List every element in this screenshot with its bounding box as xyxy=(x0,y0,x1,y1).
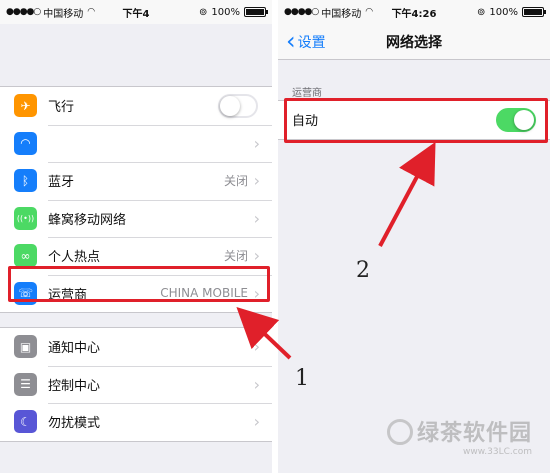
settings-row-value: CHINA MOBILE xyxy=(160,286,248,301)
step-marker-1: 1 xyxy=(295,366,309,391)
settings-row-value: 关闭 xyxy=(223,249,248,264)
battery-icon xyxy=(244,7,268,17)
section-header-carrier: 运营商 xyxy=(292,88,322,99)
moon-icon: ☾ xyxy=(14,410,37,433)
rotation-lock-icon: ⊚ xyxy=(477,6,486,18)
settings-row[interactable]: ∞ 个人热点 关闭 › xyxy=(0,237,272,275)
auto-select-group: 自动 xyxy=(278,100,550,140)
notification-center-icon: ▣ xyxy=(14,335,37,358)
wifi-status-icon: ◠ xyxy=(87,7,96,17)
settings-row[interactable]: ((•)) 蜂窝移动网络 › xyxy=(0,199,272,238)
signal-strength-icon: ●●●●○ xyxy=(6,7,41,17)
settings-row-label: 飞行 xyxy=(48,100,75,116)
status-bar: ●●●●○ 中国移动 ◠ 下午4:26 ⊚ 100% xyxy=(278,0,550,24)
settings-row-label: 勿扰模式 xyxy=(48,416,101,432)
battery-percent: 100% xyxy=(489,6,518,18)
settings-row[interactable]: ▣ 通知中心 › xyxy=(0,328,272,366)
chevron-right-icon: › xyxy=(253,283,260,303)
back-button[interactable]: ‹ 设置 xyxy=(286,24,326,60)
carrier-name: 中国移动 xyxy=(43,8,84,20)
settings-row[interactable]: ᛒ 蓝牙 关闭 › xyxy=(0,162,272,200)
settings-row[interactable]: ☰ 控制中心 › xyxy=(0,365,272,404)
auto-select-row[interactable]: 自动 xyxy=(278,101,550,139)
auto-select-toggle[interactable] xyxy=(496,107,536,132)
toggle-knob xyxy=(514,109,534,130)
toggle-knob xyxy=(220,95,240,116)
network-selection-screen: ●●●●○ 中国移动 ◠ 下午4:26 ⊚ 100% ‹ 设置 网络选择 运营商… xyxy=(278,0,550,473)
settings-row-label: 个人热点 xyxy=(48,250,101,266)
back-label: 设置 xyxy=(297,35,326,51)
carrier-phone-icon: ☏ xyxy=(14,281,37,305)
settings-row-label: 蓝牙 xyxy=(48,175,75,191)
settings-row-label: 通知中心 xyxy=(48,341,101,357)
chevron-right-icon: › xyxy=(253,208,260,228)
carrier-name: 中国移动 xyxy=(321,8,362,20)
settings-row[interactable]: ◠ › xyxy=(0,124,272,163)
airplane-mode-toggle[interactable] xyxy=(218,93,258,118)
battery-icon xyxy=(522,7,546,17)
control-center-icon: ☰ xyxy=(14,372,37,396)
watermark-url: www.33LC.com xyxy=(463,447,532,457)
wifi-icon: ◠ xyxy=(14,131,37,155)
watermark-logo-icon xyxy=(386,419,413,445)
settings-row-value: 关闭 xyxy=(223,174,248,189)
chevron-right-icon: › xyxy=(253,246,260,266)
settings-row[interactable]: ☾ 勿扰模式 › xyxy=(0,403,272,441)
navigation-bar: ‹ 设置 网络选择 xyxy=(278,24,550,60)
connectivity-group: ✈ 飞行 ◠ › ᛒ 蓝牙 关闭 › ((•)) 蜂窝移动网络 › ∞ 个人热点 关闭 › ☏ 运营商 CHINA… xyxy=(0,86,272,313)
system-group: ▣ 通知中心 › ☰ 控制中心 › ☾ 勿扰模式 › xyxy=(0,327,272,442)
hotspot-icon: ∞ xyxy=(14,244,37,267)
settings-row-label: 控制中心 xyxy=(48,378,101,394)
cellular-icon: ((•)) xyxy=(14,206,37,230)
chevron-right-icon: › xyxy=(253,374,260,394)
signal-strength-icon: ●●●●○ xyxy=(284,7,319,17)
auto-select-label: 自动 xyxy=(292,114,319,130)
wifi-status-icon: ◠ xyxy=(365,7,374,17)
rotation-lock-icon: ⊚ xyxy=(199,6,208,18)
settings-row-label: 运营商 xyxy=(48,287,88,303)
chevron-right-icon: › xyxy=(253,337,260,357)
watermark: 绿茶软件园 www.33LC.com xyxy=(386,415,532,457)
step-marker-2: 2 xyxy=(356,258,370,283)
chevron-left-icon: ‹ xyxy=(286,26,296,55)
settings-row[interactable]: ✈ 飞行 xyxy=(0,87,272,125)
chevron-right-icon: › xyxy=(253,412,260,432)
chevron-right-icon: › xyxy=(253,171,260,191)
chevron-right-icon: › xyxy=(253,133,260,153)
bluetooth-icon: ᛒ xyxy=(14,169,37,192)
settings-screen: ●●●●○ 中国移动 ◠ 下午4 ⊚ 100% ✈ 飞行 ◠ › ᛒ 蓝牙 关闭 › ((•))… xyxy=(0,0,272,473)
airplane-icon: ✈ xyxy=(14,94,37,117)
settings-row-label: 蜂窝移动网络 xyxy=(48,212,127,228)
status-bar: ●●●●○ 中国移动 ◠ 下午4 ⊚ 100% xyxy=(0,0,272,24)
settings-row[interactable]: ☏ 运营商 CHINA MOBILE › xyxy=(0,274,272,313)
page-title: 网络选择 xyxy=(386,34,442,51)
watermark-title: 绿茶软件园 xyxy=(416,421,532,446)
battery-percent: 100% xyxy=(211,6,240,18)
